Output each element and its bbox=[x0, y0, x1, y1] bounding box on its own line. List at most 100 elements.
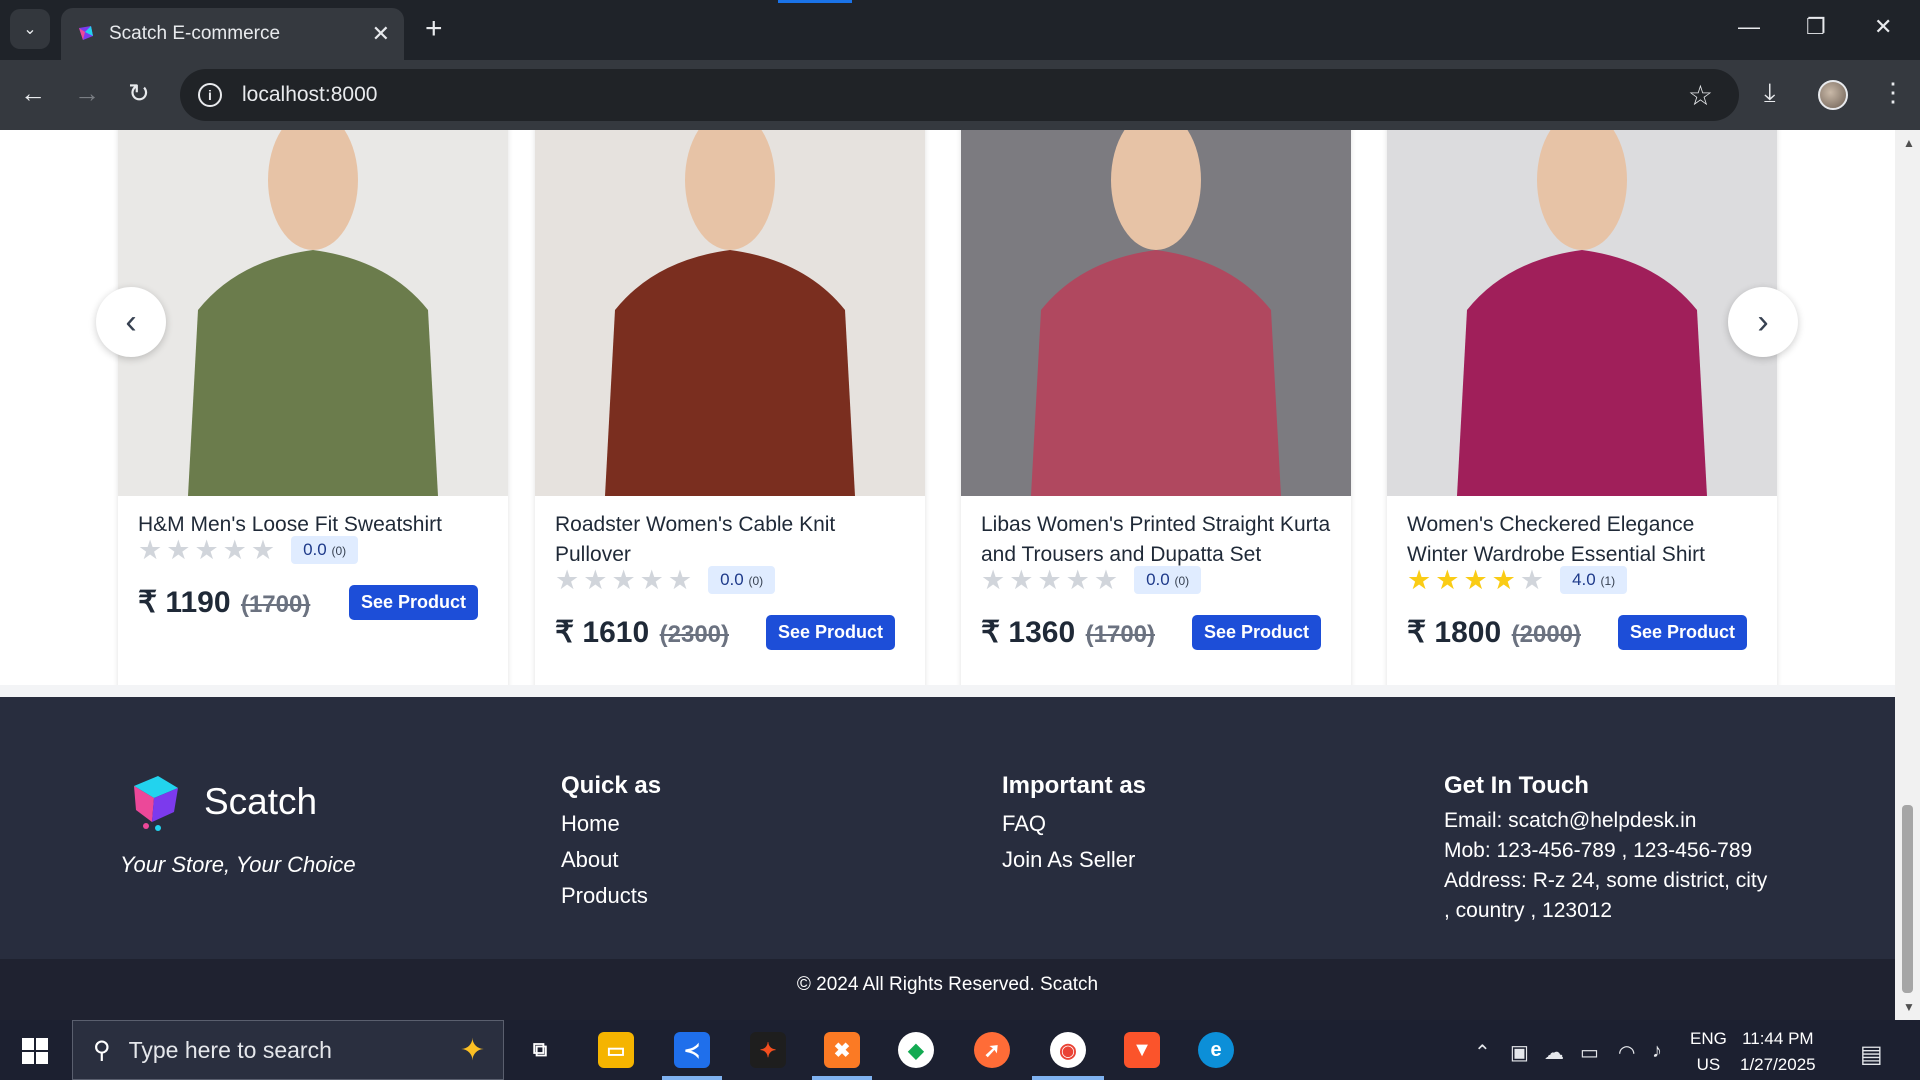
site-info-icon[interactable]: i bbox=[198, 83, 222, 107]
language-indicator[interactable]: ENG US bbox=[1690, 1026, 1727, 1078]
price-row: ₹ 1190 (1700) See Product bbox=[138, 585, 478, 620]
volume-icon[interactable]: ♪ bbox=[1652, 1040, 1662, 1063]
product-card[interactable]: Libas Women's Printed Straight Kurta and… bbox=[961, 130, 1351, 706]
postman-icon[interactable]: ➚ bbox=[974, 1032, 1010, 1068]
kebab-menu-icon[interactable]: ⋮ bbox=[1880, 77, 1906, 108]
download-icon[interactable]: ⤓ bbox=[1764, 77, 1776, 109]
see-product-button[interactable]: See Product bbox=[1191, 615, 1321, 650]
footer-quick-links: Quick as Home About Products bbox=[561, 772, 661, 914]
footer-brand[interactable]: Scatch bbox=[128, 772, 317, 832]
product-name[interactable]: Libas Women's Printed Straight Kurta and… bbox=[981, 510, 1331, 570]
rating-star-icon: ★ bbox=[1093, 564, 1119, 595]
footer-link-faq[interactable]: FAQ bbox=[1002, 806, 1146, 842]
copilot-sparkle-icon[interactable]: ✦ bbox=[460, 1033, 485, 1068]
restore-icon[interactable]: ❐ bbox=[1806, 14, 1826, 40]
page-scrollbar[interactable]: ▲ ▼ bbox=[1895, 130, 1920, 1020]
product-image bbox=[535, 130, 925, 496]
tab-search-button[interactable]: ⌄ bbox=[10, 9, 50, 49]
xampp-icon[interactable]: ✖ bbox=[824, 1032, 860, 1068]
see-product-button[interactable]: See Product bbox=[1617, 615, 1747, 650]
back-arrow-icon[interactable]: ← bbox=[20, 78, 46, 109]
footer-link-join-seller[interactable]: Join As Seller bbox=[1002, 842, 1146, 878]
rating-badge: 0.0 (0) bbox=[1134, 566, 1202, 594]
rating-star-icon: ★ bbox=[194, 534, 219, 565]
vscode-icon[interactable]: ≺ bbox=[674, 1032, 710, 1068]
rating-star-icon: ★ bbox=[250, 534, 276, 565]
product-card[interactable]: Women's Checkered Elegance Winter Wardro… bbox=[1387, 130, 1777, 706]
rating-star-icon: ★ bbox=[639, 564, 664, 595]
region-code: US bbox=[1696, 1055, 1721, 1074]
footer-link-about[interactable]: About bbox=[561, 842, 661, 878]
rating-stars: ★ ★ ★ ★ ★ bbox=[1407, 564, 1544, 595]
battery-icon[interactable]: ▭ bbox=[1580, 1040, 1599, 1065]
rating-stars: ★ ★ ★ ★ ★ bbox=[981, 564, 1119, 595]
taskbar-clock[interactable]: 11:44 PM 1/27/2025 bbox=[1740, 1026, 1816, 1078]
tray-overflow-icon[interactable]: ⌃ bbox=[1474, 1040, 1491, 1065]
window-close-icon[interactable]: ✕ bbox=[1874, 14, 1892, 40]
address-bar[interactable]: i localhost:8000 ☆ bbox=[180, 69, 1739, 121]
edge-icon[interactable]: e bbox=[1198, 1032, 1234, 1068]
product-name[interactable]: Women's Checkered Elegance Winter Wardro… bbox=[1407, 510, 1757, 570]
profile-avatar[interactable] bbox=[1818, 80, 1848, 110]
see-product-button[interactable]: See Product bbox=[348, 585, 478, 620]
footer-email: Email: scatch@helpdesk.in bbox=[1444, 809, 1697, 832]
brave-icon[interactable]: ▼ bbox=[1124, 1032, 1160, 1068]
product-old-price: (2000) bbox=[1511, 621, 1581, 648]
new-tab-plus-icon[interactable]: + bbox=[425, 12, 443, 46]
rating-value: 0.0 bbox=[720, 570, 744, 589]
see-product-button[interactable]: See Product bbox=[765, 615, 895, 650]
product-rating: ★ ★ ★ ★ ★ 0.0 (0) bbox=[138, 534, 359, 565]
rating-badge: 0.0 (0) bbox=[708, 566, 776, 594]
browser-tab[interactable]: Scatch E-commerce ✕ bbox=[61, 8, 404, 60]
chrome-icon[interactable]: ◉ bbox=[1050, 1032, 1086, 1068]
rating-star-icon: ★ bbox=[222, 534, 247, 565]
rating-count: (0) bbox=[748, 574, 764, 588]
rating-star-icon: ★ bbox=[555, 564, 580, 595]
product-price: ₹ 1190 bbox=[138, 586, 231, 619]
scroll-thumb[interactable] bbox=[1902, 805, 1913, 993]
onedrive-icon[interactable]: ☁ bbox=[1544, 1040, 1564, 1065]
minimize-icon[interactable]: — bbox=[1738, 14, 1760, 40]
figma-icon[interactable]: ✦ bbox=[750, 1032, 786, 1068]
scroll-up-icon[interactable]: ▲ bbox=[1903, 136, 1915, 150]
windows-start-icon[interactable] bbox=[22, 1038, 48, 1064]
rating-value: 0.0 bbox=[1146, 570, 1170, 589]
wifi-icon[interactable]: ◠ bbox=[1618, 1040, 1635, 1065]
forward-arrow-icon[interactable]: → bbox=[74, 78, 100, 109]
meet-now-icon[interactable]: ▣ bbox=[1510, 1040, 1529, 1065]
scroll-down-icon[interactable]: ▼ bbox=[1903, 1000, 1915, 1014]
carousel-next-button[interactable]: › bbox=[1728, 287, 1798, 357]
footer-link-products[interactable]: Products bbox=[561, 878, 661, 914]
rating-star-icon: ★ bbox=[1407, 564, 1432, 595]
carousel-prev-button[interactable]: ‹ bbox=[96, 287, 166, 357]
notification-icon[interactable]: ▤ bbox=[1860, 1040, 1883, 1069]
task-view-icon[interactable]: ⧉ bbox=[522, 1032, 558, 1068]
bookmark-star-icon[interactable]: ☆ bbox=[1688, 79, 1713, 112]
product-old-price: (1700) bbox=[1085, 621, 1155, 648]
product-price: ₹ 1800 bbox=[1407, 616, 1502, 649]
taskbar-search-placeholder: Type here to search bbox=[128, 1036, 332, 1063]
product-image bbox=[961, 130, 1351, 496]
mongodb-compass-icon[interactable]: ◆ bbox=[898, 1032, 934, 1068]
rating-count: (1) bbox=[1600, 574, 1616, 588]
search-icon: ⚲ bbox=[93, 1036, 111, 1064]
product-card[interactable]: H&M Men's Loose Fit Sweatshirt ★ ★ ★ ★ ★ 0.0… bbox=[118, 130, 508, 706]
product-rating: ★ ★ ★ ★ ★ 0.0 (0) bbox=[981, 564, 1202, 595]
reload-icon[interactable]: ↻ bbox=[128, 78, 150, 109]
taskbar-search[interactable]: ⚲ Type here to search ✦ bbox=[72, 1020, 504, 1080]
rating-star-icon: ★ bbox=[611, 564, 636, 595]
rating-stars: ★ ★ ★ ★ ★ bbox=[138, 534, 276, 565]
site-footer: Scatch Your Store, Your Choice Quick as … bbox=[0, 697, 1895, 959]
rating-count: (0) bbox=[1174, 574, 1190, 588]
product-name[interactable]: Roadster Women's Cable Knit Pullover bbox=[555, 510, 905, 570]
rating-star-icon: ★ bbox=[1037, 564, 1062, 595]
close-icon[interactable]: ✕ bbox=[372, 21, 390, 47]
footer-link-home[interactable]: Home bbox=[561, 806, 661, 842]
rating-value: 4.0 bbox=[1572, 570, 1596, 589]
file-explorer-icon[interactable]: ▭ bbox=[598, 1032, 634, 1068]
clock-time: 11:44 PM bbox=[1742, 1029, 1814, 1048]
footer-tagline: Your Store, Your Choice bbox=[120, 852, 356, 877]
rating-count: (0) bbox=[331, 544, 347, 558]
product-card[interactable]: Roadster Women's Cable Knit Pullover ★ ★ ★… bbox=[535, 130, 925, 706]
footer-contact-title: Get In Touch bbox=[1444, 772, 1589, 799]
